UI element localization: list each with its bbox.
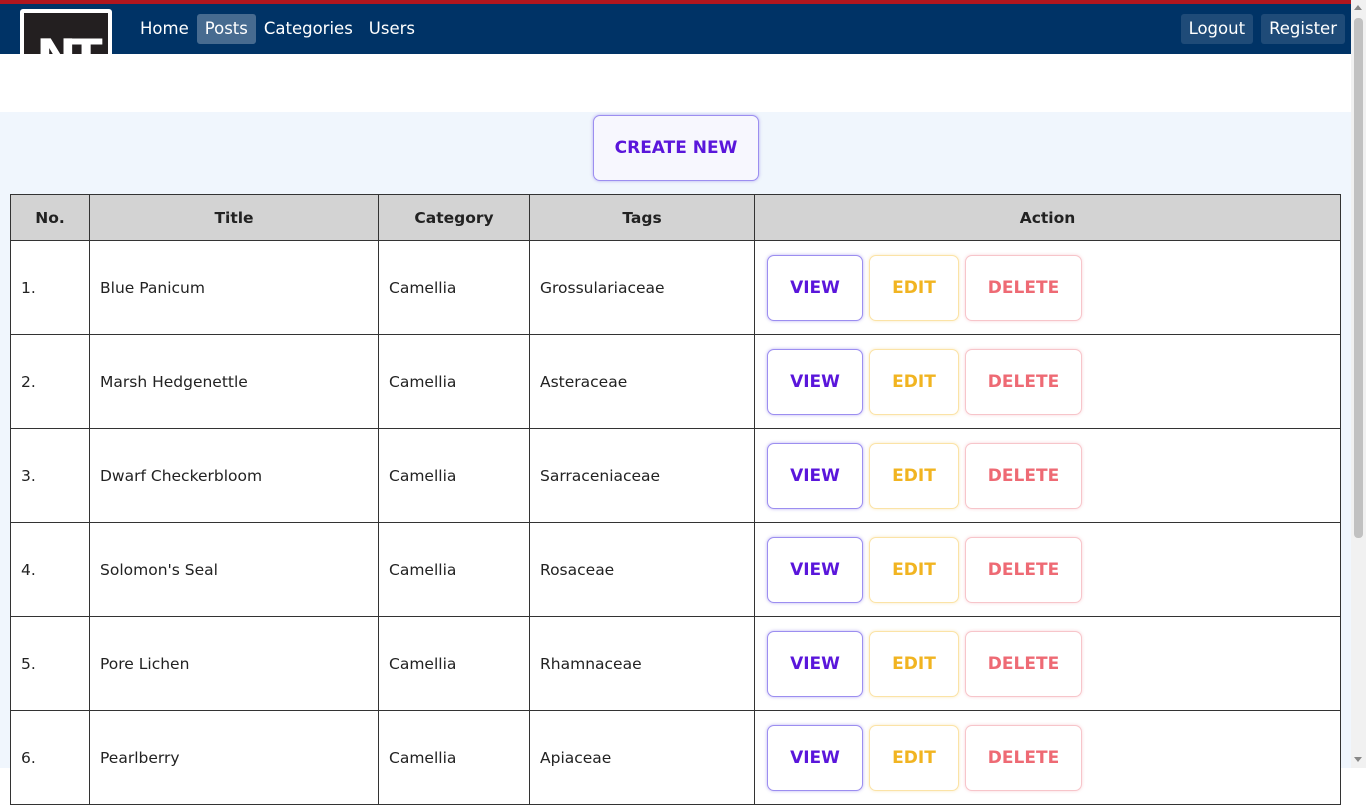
header-tags: Tags xyxy=(529,194,755,241)
view-button[interactable]: VIEW xyxy=(767,442,863,509)
table-row: 5. Pore Lichen Camellia Rhamnaceae VIEW EDIT D… xyxy=(10,616,1341,711)
row-number: 5. xyxy=(10,616,90,711)
row-title: Pore Lichen xyxy=(89,616,379,711)
row-actions: VIEW EDIT DELETE xyxy=(754,428,1341,523)
row-number: 3. xyxy=(10,428,90,523)
row-tags: Grossulariaceae xyxy=(529,240,755,335)
posts-table: No. Title Category Tags Action 1. Blue Pa… xyxy=(10,194,1341,805)
header-title: Title xyxy=(89,194,379,241)
header-no: No. xyxy=(10,194,90,241)
row-tags: Apiaceae xyxy=(529,710,755,805)
navbar: Home Posts Categories Users Logout Regis… xyxy=(0,4,1351,54)
scroll-thumb[interactable] xyxy=(1354,18,1363,538)
action-group: VIEW EDIT DELETE xyxy=(755,429,1340,522)
delete-button[interactable]: DELETE xyxy=(965,254,1082,321)
table-row: 3. Dwarf Checkerbloom Camellia Sarraceniace… xyxy=(10,428,1341,523)
delete-button[interactable]: DELETE xyxy=(965,536,1082,603)
nav-posts-link[interactable]: Posts xyxy=(196,14,256,44)
row-title: Pearlberry xyxy=(89,710,379,805)
header-category: Category xyxy=(378,194,530,241)
row-title: Solomon's Seal xyxy=(89,522,379,617)
table-header-row: No. Title Category Tags Action xyxy=(10,194,1341,241)
row-actions: VIEW EDIT DELETE xyxy=(754,616,1341,711)
delete-button[interactable]: DELETE xyxy=(965,442,1082,509)
header-spacer xyxy=(0,54,1351,112)
edit-button[interactable]: EDIT xyxy=(869,348,959,415)
table-row: 1. Blue Panicum Camellia Grossulariaceae VIE… xyxy=(10,240,1341,335)
edit-button[interactable]: EDIT xyxy=(869,442,959,509)
edit-button[interactable]: EDIT xyxy=(869,724,959,791)
row-tags: Rhamnaceae xyxy=(529,616,755,711)
row-actions: VIEW EDIT DELETE xyxy=(754,522,1341,617)
nav-categories-link[interactable]: Categories xyxy=(256,14,361,44)
vertical-scrollbar[interactable] xyxy=(1351,0,1366,768)
row-category: Camellia xyxy=(378,428,530,523)
table-row: 2. Marsh Hedgenettle Camellia Asteraceae VIE… xyxy=(10,334,1341,429)
row-category: Camellia xyxy=(378,522,530,617)
nav-home-link[interactable]: Home xyxy=(132,14,197,44)
main-content: CREATE NEW No. Title Category Tags Actio… xyxy=(0,112,1351,805)
edit-button[interactable]: EDIT xyxy=(869,630,959,697)
view-button[interactable]: VIEW xyxy=(767,348,863,415)
register-link[interactable]: Register xyxy=(1261,14,1345,44)
header-action: Action xyxy=(754,194,1341,241)
table-body: 1. Blue Panicum Camellia Grossulariaceae VIE… xyxy=(10,240,1341,805)
row-category: Camellia xyxy=(378,710,530,805)
table-row: 6. Pearlberry Camellia Apiaceae VIEW EDIT DELE… xyxy=(10,710,1341,805)
scroll-up-arrow-icon[interactable] xyxy=(1354,5,1362,10)
nav-left: Home Posts Categories Users xyxy=(132,14,423,44)
row-tags: Asteraceae xyxy=(529,334,755,429)
row-title: Dwarf Checkerbloom xyxy=(89,428,379,523)
action-group: VIEW EDIT DELETE xyxy=(755,241,1340,334)
row-actions: VIEW EDIT DELETE xyxy=(754,710,1341,805)
row-actions: VIEW EDIT DELETE xyxy=(754,334,1341,429)
row-category: Camellia xyxy=(378,240,530,335)
nav-right: Logout Register xyxy=(1180,14,1345,44)
action-group: VIEW EDIT DELETE xyxy=(755,617,1340,710)
row-tags: Rosaceae xyxy=(529,522,755,617)
row-number: 1. xyxy=(10,240,90,335)
action-group: VIEW EDIT DELETE xyxy=(755,711,1340,804)
table-row: 4. Solomon's Seal Camellia Rosaceae VIEW EDIT… xyxy=(10,522,1341,617)
row-number: 2. xyxy=(10,334,90,429)
view-button[interactable]: VIEW xyxy=(767,630,863,697)
edit-button[interactable]: EDIT xyxy=(869,536,959,603)
delete-button[interactable]: DELETE xyxy=(965,630,1082,697)
action-group: VIEW EDIT DELETE xyxy=(755,523,1340,616)
logout-link[interactable]: Logout xyxy=(1180,14,1254,44)
view-button[interactable]: VIEW xyxy=(767,254,863,321)
row-title: Blue Panicum xyxy=(89,240,379,335)
nav-users-link[interactable]: Users xyxy=(361,14,423,44)
scroll-down-arrow-icon[interactable] xyxy=(1354,757,1362,762)
row-title: Marsh Hedgenettle xyxy=(89,334,379,429)
row-number: 4. xyxy=(10,522,90,617)
view-button[interactable]: VIEW xyxy=(767,724,863,791)
create-new-button[interactable]: CREATE NEW xyxy=(593,115,759,181)
edit-button[interactable]: EDIT xyxy=(869,254,959,321)
view-button[interactable]: VIEW xyxy=(767,536,863,603)
row-actions: VIEW EDIT DELETE xyxy=(754,240,1341,335)
row-number: 6. xyxy=(10,710,90,805)
action-group: VIEW EDIT DELETE xyxy=(755,335,1340,428)
row-tags: Sarraceniaceae xyxy=(529,428,755,523)
row-category: Camellia xyxy=(378,334,530,429)
delete-button[interactable]: DELETE xyxy=(965,348,1082,415)
delete-button[interactable]: DELETE xyxy=(965,724,1082,791)
row-category: Camellia xyxy=(378,616,530,711)
